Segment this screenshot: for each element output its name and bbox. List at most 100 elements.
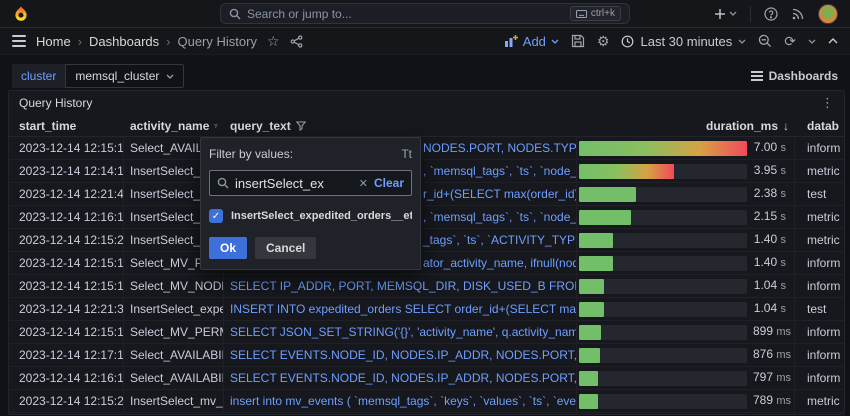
table-row: 2023-12-14 12:17:14 Select_AVAILABILI...… bbox=[9, 344, 844, 367]
search-icon bbox=[217, 177, 229, 189]
panel-menu-icon[interactable]: ⋮ bbox=[821, 95, 834, 111]
cell-query-text[interactable]: INSERT INTO expedited_orders SELECT orde… bbox=[224, 298, 577, 320]
time-range-picker[interactable]: Last 30 minutes bbox=[621, 34, 746, 49]
filter-option-row[interactable]: ✓ InsertSelect_expedited_orders__et_al_4… bbox=[209, 209, 412, 223]
duration-bar-fill bbox=[579, 186, 637, 202]
news-icon[interactable] bbox=[791, 7, 805, 21]
collapse-caret-icon[interactable] bbox=[828, 38, 838, 44]
cell-duration: 2.15 s bbox=[577, 206, 795, 228]
cell-activity-name: Select_AVAILABILI... bbox=[124, 344, 224, 366]
share-icon[interactable] bbox=[290, 34, 303, 48]
shortcut-badge: ctrl+k bbox=[569, 6, 621, 21]
cell-start-time: 2023-12-14 12:21:42 bbox=[9, 183, 124, 205]
duration-bar-track bbox=[579, 186, 747, 202]
cell-duration: 876 ms bbox=[577, 344, 795, 366]
col-duration-ms[interactable]: duration_ms ↓ bbox=[577, 119, 795, 133]
cancel-button[interactable]: Cancel bbox=[255, 237, 317, 259]
cell-query-text[interactable]: SELECT JSON_SET_STRING('{}', 'activity_n… bbox=[224, 321, 577, 343]
cell-duration: 899 ms bbox=[577, 321, 795, 343]
cell-database: test bbox=[807, 302, 827, 316]
filter-by-values-popup: Filter by values: Tt insertSelect_ex ✕ C… bbox=[200, 137, 421, 270]
duration-bar-fill bbox=[579, 301, 604, 317]
clear-button[interactable]: Clear bbox=[374, 176, 404, 190]
duration-value: 2.38 s bbox=[753, 186, 786, 200]
query-history-panel: Query History ⋮ start_time activity_name… bbox=[8, 90, 845, 415]
add-panel-button[interactable]: Add bbox=[504, 34, 559, 49]
panel-header[interactable]: Query History ⋮ bbox=[9, 91, 844, 115]
col-database[interactable]: datab bbox=[795, 119, 844, 133]
cell-database: metric bbox=[807, 164, 840, 178]
cell-duration: 797 ms bbox=[577, 367, 795, 389]
zoom-out-icon[interactable] bbox=[758, 34, 772, 48]
user-avatar[interactable] bbox=[818, 3, 838, 24]
cell-start-time: 2023-12-14 12:21:32 bbox=[9, 298, 124, 320]
cell-duration: 1.04 s bbox=[577, 275, 795, 297]
filter-search-input[interactable]: insertSelect_ex ✕ Clear bbox=[209, 170, 412, 196]
table-row: 2023-12-14 12:16:17 InsertSelect_q , `me… bbox=[9, 206, 844, 229]
duration-bar-fill bbox=[579, 140, 747, 156]
duration-value: 1.04 s bbox=[753, 301, 786, 315]
panel-title: Query History bbox=[19, 96, 93, 110]
cell-query-text[interactable]: insert into mv_events ( `memsql_tags`, `… bbox=[224, 390, 577, 412]
table-row: 2023-12-14 12:14:14 InsertSelect_q , `me… bbox=[9, 160, 844, 183]
table-header: start_time activity_name query_text dura… bbox=[9, 115, 844, 137]
col-query-text[interactable]: query_text bbox=[224, 119, 577, 133]
star-icon[interactable]: ☆ bbox=[267, 34, 280, 48]
duration-value: 2.15 s bbox=[753, 209, 786, 223]
cell-start-time: 2023-12-14 12:15:22 bbox=[9, 390, 124, 412]
global-search-input[interactable]: Search or jump to... ctrl+k bbox=[220, 3, 630, 24]
cell-start-time: 2023-12-14 12:16:17 bbox=[9, 206, 124, 228]
duration-bar-fill bbox=[579, 255, 613, 271]
breadcrumb-home[interactable]: Home bbox=[36, 34, 71, 49]
help-icon[interactable] bbox=[764, 6, 778, 21]
ok-button[interactable]: Ok bbox=[209, 237, 248, 259]
refresh-interval-chevron-icon[interactable] bbox=[808, 39, 816, 44]
mega-menu-icon[interactable] bbox=[12, 35, 26, 47]
save-dashboard-icon[interactable] bbox=[571, 34, 585, 48]
duration-bar-track bbox=[579, 232, 747, 248]
cell-query-text[interactable]: SELECT IP_ADDR, PORT, MEMSQL_DIR, DISK_U… bbox=[224, 275, 577, 297]
new-menu-button[interactable] bbox=[714, 8, 737, 20]
filter-popup-title: Filter by values: bbox=[209, 147, 294, 161]
duration-bar-track bbox=[579, 324, 747, 340]
grafana-logo-icon[interactable] bbox=[12, 5, 30, 23]
top-bar: Search or jump to... ctrl+k bbox=[0, 0, 850, 28]
duration-value: 797 ms bbox=[753, 370, 792, 384]
duration-bar-track bbox=[579, 163, 747, 179]
col-start-time[interactable]: start_time bbox=[9, 119, 124, 133]
refresh-icon[interactable]: ⟳ bbox=[784, 34, 796, 48]
topbar-divider bbox=[750, 5, 751, 22]
col-activity-name[interactable]: activity_name bbox=[124, 119, 224, 133]
duration-value: 7.00 s bbox=[753, 140, 786, 154]
breadcrumb-dashboards[interactable]: Dashboards bbox=[71, 34, 159, 49]
duration-bar-track bbox=[579, 140, 747, 156]
dashboards-link-button[interactable]: Dashboards bbox=[750, 69, 838, 83]
cluster-variable-label: cluster bbox=[12, 64, 66, 88]
duration-bar-track bbox=[579, 278, 747, 294]
cluster-variable[interactable]: cluster memsql_cluster bbox=[12, 64, 185, 88]
cluster-variable-value[interactable]: memsql_cluster bbox=[65, 64, 185, 88]
cell-duration: 1.40 s bbox=[577, 229, 795, 251]
variables-row: cluster memsql_cluster Dashboards bbox=[0, 55, 850, 90]
duration-bar-track bbox=[579, 209, 747, 225]
duration-value: 1.40 s bbox=[753, 255, 786, 269]
match-case-toggle[interactable]: Tt bbox=[401, 147, 412, 161]
table-row: 2023-12-14 12:21:42 InsertSelect_ex r_id… bbox=[9, 183, 844, 206]
cell-database: metric bbox=[807, 210, 840, 224]
cell-query-text[interactable]: SELECT EVENTS.NODE_ID, NODES.IP_ADDR, NO… bbox=[224, 344, 577, 366]
table-row: 2023-12-14 12:15:15 Select_MV_PER ator_a… bbox=[9, 252, 844, 275]
option-checkbox[interactable]: ✓ bbox=[209, 209, 223, 223]
table-row: 2023-12-14 12:15:17 Select_MV_NODE... SE… bbox=[9, 275, 844, 298]
duration-bar-track bbox=[579, 370, 747, 386]
clear-x-icon[interactable]: ✕ bbox=[359, 177, 368, 190]
cell-start-time: 2023-12-14 12:15:15 bbox=[9, 137, 124, 159]
settings-gear-icon[interactable]: ⚙ bbox=[597, 34, 610, 48]
cell-query-text[interactable]: SELECT EVENTS.NODE_ID, NODES.IP_ADDR, NO… bbox=[224, 367, 577, 389]
filter-icon bbox=[214, 123, 218, 128]
filter-icon bbox=[295, 120, 306, 131]
cell-activity-name: Select_MV_NODE... bbox=[124, 275, 224, 297]
cell-database: inform bbox=[807, 348, 841, 362]
cell-start-time: 2023-12-14 12:15:21 bbox=[9, 229, 124, 251]
list-icon bbox=[750, 71, 763, 81]
option-label: InsertSelect_expedited_orders__et_al_4be… bbox=[231, 210, 412, 222]
